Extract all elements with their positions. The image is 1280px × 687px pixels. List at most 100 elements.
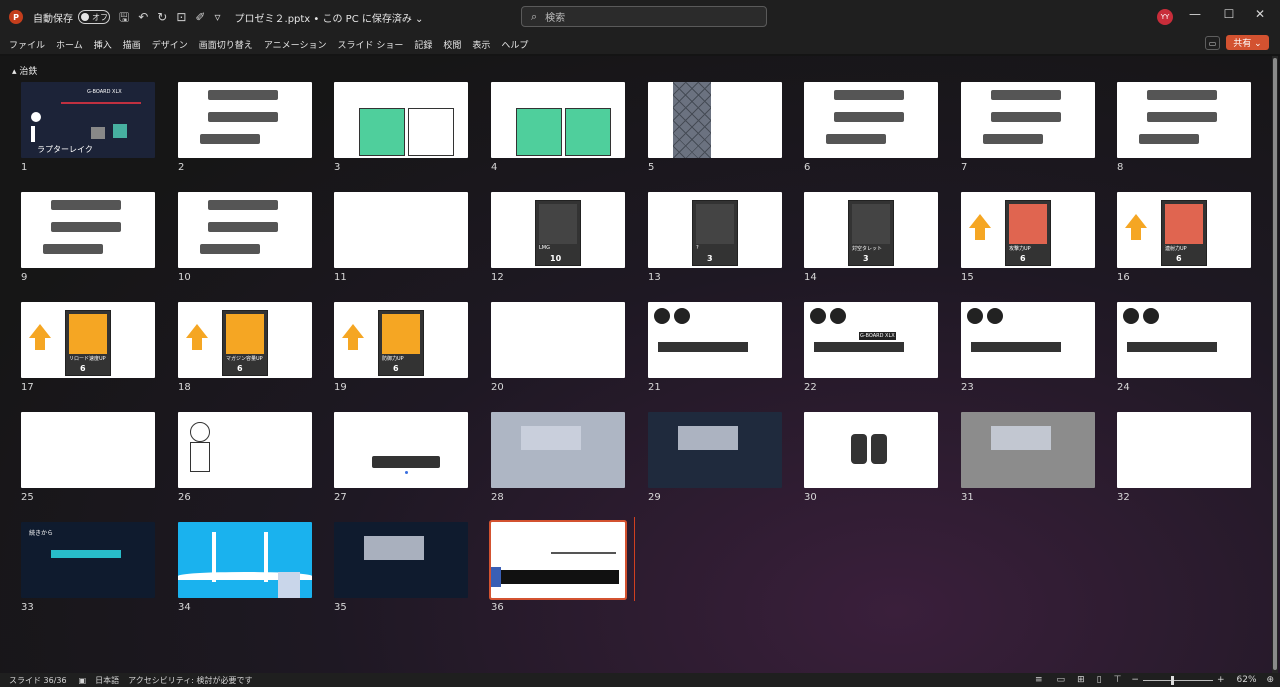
present-from-start-icon[interactable]: ⊡: [176, 10, 186, 24]
slide-thumbnail-20[interactable]: [491, 302, 625, 378]
search-box[interactable]: ⌕ 検索: [521, 6, 767, 27]
slide-thumbnail-13[interactable]: ? 3: [648, 192, 782, 268]
slide-number: 35: [334, 602, 347, 613]
customize-toolbar-icon[interactable]: ▿: [214, 10, 220, 24]
undo-icon[interactable]: ↶: [138, 10, 148, 24]
draw-icon[interactable]: ✐: [195, 10, 205, 24]
slide-thumbnail-30[interactable]: [804, 412, 938, 488]
weapon-image: [991, 90, 1061, 100]
language-indicator[interactable]: 日本語: [95, 675, 119, 686]
spelling-icon[interactable]: ▣: [79, 676, 87, 685]
gpu-card: [1127, 342, 1217, 352]
tab-review[interactable]: 校閲: [443, 38, 461, 51]
tab-design[interactable]: デザイン: [152, 38, 188, 51]
redo-icon[interactable]: ↻: [157, 10, 167, 24]
slide-thumbnail-15[interactable]: 攻撃力UP 6: [961, 192, 1095, 268]
slide-number: 23: [961, 382, 974, 393]
slide-thumbnail-23[interactable]: [961, 302, 1095, 378]
accessibility-status[interactable]: アクセシビリティ: 検討が必要です: [128, 675, 252, 686]
slide-thumbnail-4[interactable]: [491, 82, 625, 158]
arrow-up-icon: [348, 338, 358, 350]
minimize-button[interactable]: —: [1185, 7, 1205, 25]
reading-view-icon[interactable]: ▯: [1097, 675, 1102, 685]
slide-thumbnail-7[interactable]: [961, 82, 1095, 158]
slide-thumbnail-1[interactable]: ラプターレイク G-BOARD XLX: [21, 82, 155, 158]
tab-insert[interactable]: 挿入: [94, 38, 112, 51]
slide-thumbnail-29[interactable]: [648, 412, 782, 488]
slide-thumbnail-22[interactable]: G-BOARD XLX: [804, 302, 938, 378]
slide-thumbnail-26[interactable]: [178, 412, 312, 488]
section-header[interactable]: ▴ 治鉄: [12, 64, 37, 77]
vertical-scrollbar[interactable]: [1272, 56, 1278, 673]
close-button[interactable]: ✕: [1250, 7, 1270, 25]
tab-transitions[interactable]: 画面切り替え: [199, 38, 253, 51]
zoom-out-button[interactable]: −: [1131, 675, 1139, 685]
scrollbar-thumb[interactable]: [1273, 58, 1277, 670]
slide-thumbnail-27[interactable]: [334, 412, 468, 488]
maximize-button[interactable]: ☐: [1219, 7, 1239, 25]
tab-record[interactable]: 記録: [414, 38, 432, 51]
slide-thumbnail-31[interactable]: [961, 412, 1095, 488]
fit-to-window-icon[interactable]: ⊕: [1267, 675, 1275, 685]
slide-thumbnail-19[interactable]: 防御力UP 6: [334, 302, 468, 378]
zoom-slider[interactable]: [1142, 675, 1213, 685]
slide-thumbnail-35[interactable]: [334, 522, 468, 598]
item-card-art: [226, 314, 264, 354]
share-button[interactable]: 共有 ⌄: [1226, 35, 1269, 50]
tab-view[interactable]: 表示: [472, 38, 490, 51]
gpu-card: [814, 342, 904, 352]
insertion-cursor: [634, 517, 635, 601]
user-avatar[interactable]: YY: [1157, 9, 1173, 25]
slide-thumbnail-18[interactable]: マガジン容量UP 6: [178, 302, 312, 378]
slide-thumbnail-3[interactable]: [334, 82, 468, 158]
slide-thumbnail-28[interactable]: [491, 412, 625, 488]
item-card: 対空タレット 3: [848, 200, 894, 266]
normal-view-icon[interactable]: ▭: [1057, 675, 1066, 685]
gpu-card: [658, 342, 748, 352]
slide-thumbnail-21[interactable]: [648, 302, 782, 378]
tab-draw[interactable]: 描画: [123, 38, 141, 51]
arrow-up-icon: [35, 338, 45, 350]
tab-home[interactable]: ホーム: [56, 38, 83, 51]
slide-thumbnail-14[interactable]: 対空タレット 3: [804, 192, 938, 268]
item-card-art: [1009, 204, 1047, 244]
slide-thumbnail-11[interactable]: [334, 192, 468, 268]
slide-number: 26: [178, 492, 191, 503]
tab-slideshow[interactable]: スライド ショー: [337, 38, 403, 51]
arrow-up-icon: [969, 214, 991, 228]
slide-thumbnail-25[interactable]: [21, 412, 155, 488]
slide-thumbnail-16[interactable]: 連射力UP 6: [1117, 192, 1251, 268]
tab-file[interactable]: ファイル: [9, 38, 45, 51]
gpu-fan: [1123, 308, 1139, 324]
zoom-in-button[interactable]: +: [1217, 675, 1225, 685]
save-icon[interactable]: 🖫: [119, 10, 129, 24]
slide-thumbnail-33[interactable]: 続きから: [21, 522, 155, 598]
slide-thumbnail-32[interactable]: [1117, 412, 1251, 488]
document-title[interactable]: プロゼミ２.pptx • この PC に保存済み ⌄: [235, 10, 424, 25]
slide-thumbnail-8[interactable]: [1117, 82, 1251, 158]
autosave-toggle[interactable]: オフ: [78, 10, 110, 24]
slide-thumbnail-2[interactable]: [178, 82, 312, 158]
tab-animations[interactable]: アニメーション: [264, 38, 327, 51]
slide-thumbnail-6[interactable]: [804, 82, 938, 158]
weapon-image: [1147, 112, 1217, 122]
zoom-level[interactable]: 62%: [1237, 675, 1257, 685]
slide-thumbnail-36[interactable]: [491, 522, 625, 598]
slide-thumbnail-10[interactable]: [178, 192, 312, 268]
comments-icon[interactable]: ▭: [1205, 36, 1220, 50]
search-placeholder: 検索: [545, 13, 566, 24]
zoom-slider-thumb[interactable]: [1170, 675, 1174, 685]
slide-thumbnail-9[interactable]: [21, 192, 155, 268]
slide-thumbnail-34[interactable]: [178, 522, 312, 598]
slide-thumbnail-12[interactable]: LMG 10: [491, 192, 625, 268]
slide-content-block: [521, 426, 581, 450]
slideshow-view-icon[interactable]: ⊤: [1114, 675, 1122, 685]
slide-number: 5: [648, 162, 655, 173]
slide-sorter-icon[interactable]: ⊞: [1077, 675, 1085, 685]
slide-thumbnail-5[interactable]: [648, 82, 782, 158]
ribbon-tabs: ファイル ホーム 挿入 描画 デザイン 画面切り替え アニメーション スライド …: [0, 34, 1280, 54]
notes-icon[interactable]: ≡: [1035, 675, 1043, 685]
tab-help[interactable]: ヘルプ: [501, 38, 528, 51]
slide-thumbnail-24[interactable]: [1117, 302, 1251, 378]
slide-thumbnail-17[interactable]: リロード速度UP 6: [21, 302, 155, 378]
